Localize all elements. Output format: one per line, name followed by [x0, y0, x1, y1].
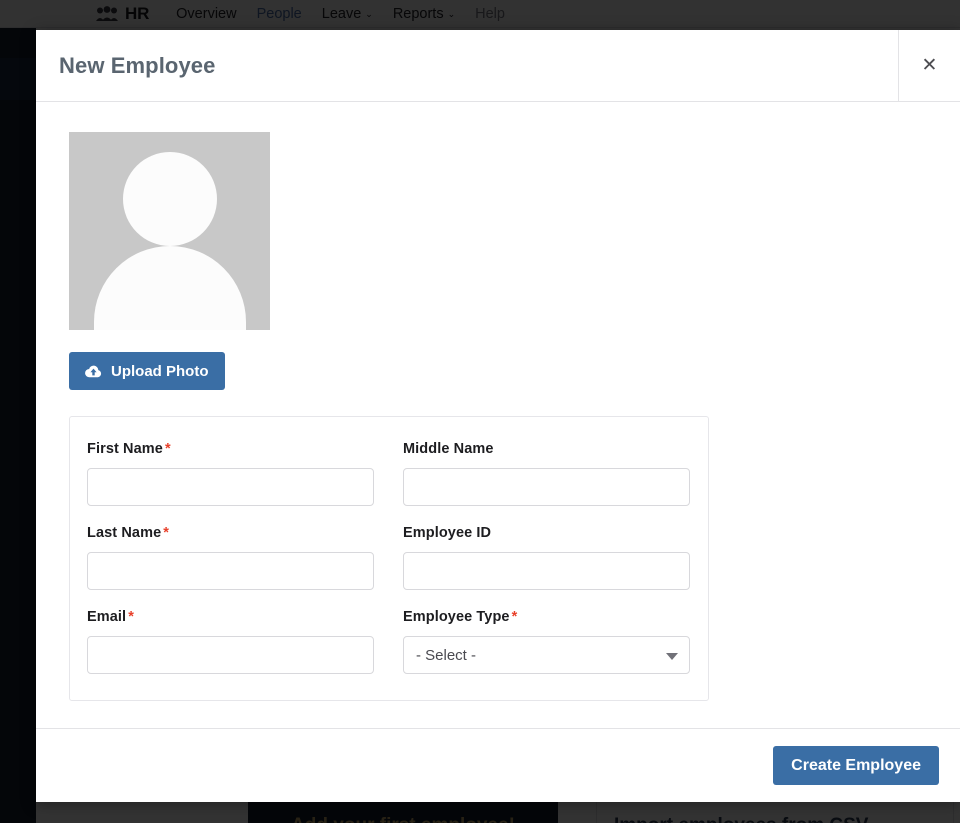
field-email: Email* [87, 609, 374, 674]
photo-block: Upload Photo [36, 102, 960, 390]
field-label-last-name: Last Name* [87, 525, 374, 541]
field-employee-type: Employee Type* - Select - [403, 609, 690, 674]
upload-photo-label: Upload Photo [111, 363, 209, 380]
cloud-upload-icon [85, 365, 102, 378]
required-asterisk: * [512, 609, 518, 625]
employee-id-input[interactable] [403, 552, 690, 590]
field-label-text: Last Name [87, 525, 161, 541]
upload-photo-button[interactable]: Upload Photo [69, 352, 225, 390]
field-label-text: Middle Name [403, 441, 494, 457]
field-label-text: Employee Type [403, 609, 510, 625]
avatar-head [123, 152, 217, 246]
employee-form-panel: First Name* Middle Name Last Na [69, 416, 709, 701]
modal-footer: Create Employee [36, 729, 960, 802]
form-row: First Name* Middle Name [87, 441, 684, 506]
field-first-name: First Name* [87, 441, 374, 506]
field-middle-name: Middle Name [403, 441, 690, 506]
modal-header: New Employee ✕ [36, 30, 960, 102]
person-placeholder-avatar [69, 132, 270, 330]
field-last-name: Last Name* [87, 525, 374, 590]
close-icon: ✕ [922, 56, 938, 75]
close-button[interactable]: ✕ [898, 30, 960, 101]
form-row: Last Name* Employee ID [87, 525, 684, 590]
form-row: Email* Employee Type* - Select - [87, 609, 684, 674]
employee-type-selected-value: - Select - [416, 647, 476, 664]
email-input[interactable] [87, 636, 374, 674]
field-label-employee-id: Employee ID [403, 525, 690, 541]
required-asterisk: * [165, 441, 171, 457]
field-label-text: First Name [87, 441, 163, 457]
middle-name-input[interactable] [403, 468, 690, 506]
page-title: New Employee [36, 53, 215, 79]
page-root: HR Overview People Leave⌄ Reports⌄ Help … [0, 0, 960, 823]
required-asterisk: * [128, 609, 134, 625]
create-employee-button[interactable]: Create Employee [773, 746, 939, 785]
employee-type-select[interactable]: - Select - [403, 636, 690, 674]
new-employee-modal: New Employee ✕ [36, 30, 960, 802]
avatar-body [94, 246, 246, 330]
field-label-text: Email [87, 609, 126, 625]
required-asterisk: * [163, 525, 169, 541]
field-label-first-name: First Name* [87, 441, 374, 457]
field-label-email: Email* [87, 609, 374, 625]
last-name-input[interactable] [87, 552, 374, 590]
chevron-down-icon [666, 653, 678, 660]
first-name-input[interactable] [87, 468, 374, 506]
modal-body: Upload Photo First Name* Middle Name [36, 102, 960, 729]
field-label-text: Employee ID [403, 525, 491, 541]
field-employee-id: Employee ID [403, 525, 690, 590]
field-label-middle-name: Middle Name [403, 441, 690, 457]
field-label-employee-type: Employee Type* [403, 609, 690, 625]
